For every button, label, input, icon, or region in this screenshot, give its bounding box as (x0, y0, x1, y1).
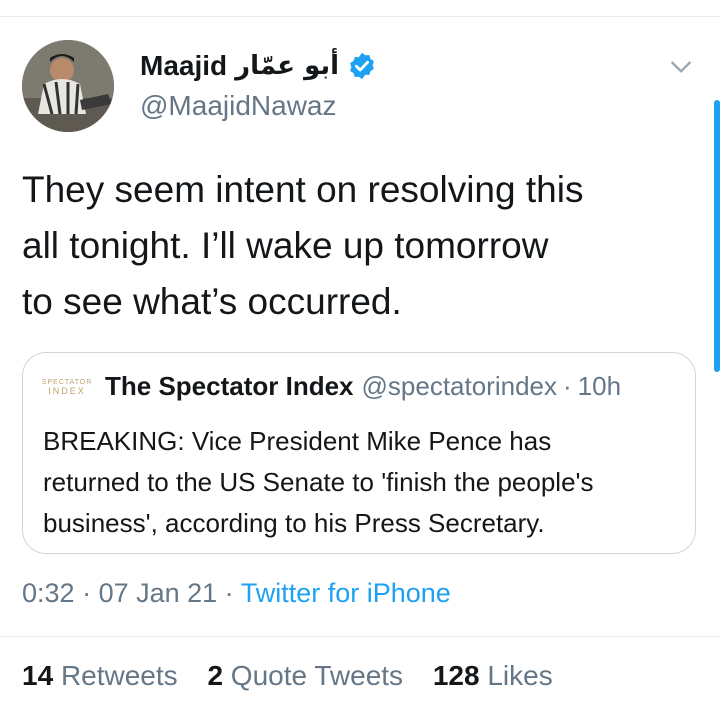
quoted-avatar: SPECTATOR INDEX (42, 373, 92, 401)
tweet-line: to see what’s occurred. (22, 281, 402, 322)
quoted-avatar-text-bottom: INDEX (48, 385, 86, 396)
likes-count: 128 (432, 660, 480, 691)
tweet-date[interactable]: 07 Jan 21 (99, 578, 218, 608)
retweets-count: 14 (22, 660, 54, 691)
display-name[interactable]: Maajid (140, 50, 227, 82)
retweets-stat[interactable]: 14 Retweets (22, 660, 178, 691)
quoted-author-name: The Spectator Index (105, 371, 354, 401)
author-handle[interactable]: @MaajidNawaz (140, 90, 377, 122)
tweet-time[interactable]: 0:32 (22, 578, 75, 608)
likes-label: Likes (487, 660, 553, 691)
separator-dot: · (563, 371, 572, 401)
meta-separator: · (217, 578, 241, 608)
tweet-header: Maajid أبو عمّار @MaajidNawaz (22, 40, 702, 140)
quoted-tweet-card[interactable]: SPECTATOR INDEX The Spectator Index @spe… (22, 352, 696, 554)
quote-tweets-count: 2 (207, 660, 224, 691)
tweet-line: all tonight. I’ll wake up tomorrow (22, 225, 549, 266)
arabic-name[interactable]: أبو عمّار (235, 51, 339, 81)
tweet-source-link[interactable]: Twitter for iPhone (241, 578, 451, 608)
avatar-photo (22, 40, 114, 132)
author-names: Maajid أبو عمّار @MaajidNawaz (140, 44, 377, 122)
quoted-tweet-header: SPECTATOR INDEX The Spectator Index @spe… (42, 371, 622, 402)
name-row: Maajid أبو عمّار (140, 44, 377, 88)
quoted-line: BREAKING: Vice President Mike Pence has (43, 426, 552, 456)
tweet-line: They seem intent on resolving this (22, 169, 584, 210)
chevron-down-icon[interactable] (668, 54, 694, 80)
stats-divider (0, 636, 720, 637)
meta-separator: · (74, 578, 99, 608)
tweet-metadata: 0:32 · 07 Jan 21 · Twitter for iPhone (22, 578, 451, 609)
quoted-tweet-text: BREAKING: Vice President Mike Pence has … (43, 421, 683, 544)
top-divider (0, 16, 720, 17)
quoted-timestamp: 10h (577, 371, 622, 401)
quoted-line: returned to the US Senate to 'finish the… (43, 467, 594, 497)
avatar[interactable] (22, 40, 114, 132)
tweet-text: They seem intent on resolving this all t… (22, 162, 702, 330)
engagement-stats: 14 Retweets 2 Quote Tweets 128 Likes (22, 660, 575, 692)
likes-stat[interactable]: 128 Likes (433, 660, 553, 691)
quoted-line: business', according to his Press Secret… (43, 508, 545, 538)
retweets-label: Retweets (60, 660, 178, 691)
scrollbar[interactable] (714, 100, 720, 372)
quoted-author-handle: @spectatorindex (361, 371, 558, 401)
quote-tweets-label: Quote Tweets (230, 660, 404, 691)
quote-tweets-stat[interactable]: 2 Quote Tweets (207, 660, 403, 691)
verified-badge-icon (350, 52, 374, 80)
